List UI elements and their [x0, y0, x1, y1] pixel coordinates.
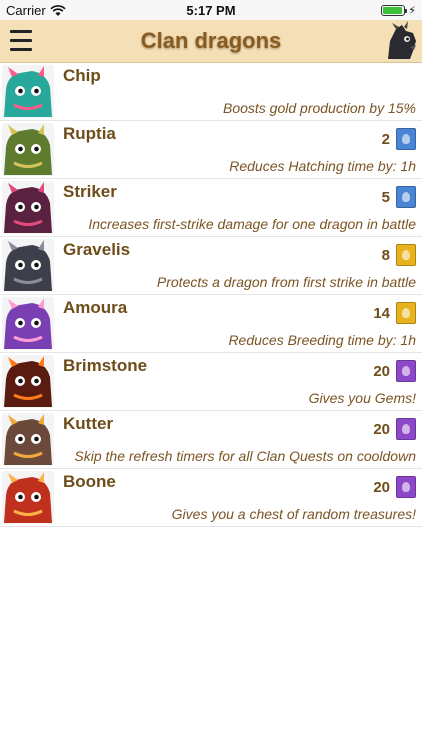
status-bar: Carrier 5:17 PM ⚡	[0, 0, 422, 20]
legendary-rarity-icon	[396, 418, 416, 440]
dragon-row[interactable]: Amoura 14 Reduces Breeding time by: 1h	[0, 295, 422, 353]
dragon-row[interactable]: Brimstone 20 Gives you Gems!	[0, 353, 422, 411]
level-indicator: 2	[382, 128, 416, 150]
dragon-description: Gives you a chest of random treasures!	[171, 506, 416, 522]
dragon-row[interactable]: Gravelis 8 Protects a dragon from first st…	[0, 237, 422, 295]
status-time: 5:17 PM	[186, 3, 236, 18]
dragon-level: 8	[381, 246, 390, 264]
dragon-level: 20	[373, 362, 390, 380]
nav-bar: Clan dragons	[0, 20, 422, 63]
rare-rarity-icon	[396, 186, 416, 208]
rare-rarity-icon	[396, 128, 416, 150]
level-indicator: 20	[373, 360, 416, 382]
level-indicator: 8	[382, 244, 416, 266]
level-indicator: 20	[373, 418, 416, 440]
dragon-row[interactable]: Chip Boosts gold production by 15%	[0, 63, 422, 121]
dragon-level: 20	[373, 420, 390, 438]
dragon-description: Reduces Breeding time by: 1h	[228, 332, 416, 348]
dragon-thumbnail	[2, 239, 54, 292]
page-title: Clan dragons	[140, 28, 282, 53]
dragon-level: 14	[373, 304, 390, 322]
dragon-list: Chip Boosts gold production by 15% Ruptia 2…	[0, 63, 422, 527]
dragon-name: Gravelis	[63, 240, 131, 259]
dragon-name: Ruptia	[63, 124, 116, 143]
dragon-avatar-icon[interactable]	[380, 21, 420, 61]
dragon-description: Gives you Gems!	[308, 390, 416, 406]
level-indicator: 14	[373, 302, 416, 324]
legendary-rarity-icon	[396, 360, 416, 382]
dragon-thumbnail	[2, 181, 54, 234]
dragon-thumbnail	[2, 413, 54, 466]
dragon-level: 20	[373, 478, 390, 496]
dragon-description: Boosts gold production by 15%	[222, 100, 416, 116]
dragon-name: Kutter	[63, 414, 114, 433]
epic-rarity-icon	[396, 302, 416, 324]
dragon-name: Striker	[63, 182, 117, 201]
dragon-description: Reduces Hatching time by: 1h	[229, 158, 416, 174]
dragon-name: Chip	[63, 66, 101, 85]
level-indicator: 5	[382, 186, 416, 208]
battery-icon	[381, 5, 408, 16]
dragon-thumbnail	[2, 471, 54, 524]
level-indicator: 20	[373, 476, 416, 498]
dragon-thumbnail	[2, 297, 54, 350]
status-right: ⚡	[381, 4, 416, 17]
dragon-thumbnail	[2, 65, 54, 118]
dragon-description: Increases first-strike damage for one dr…	[88, 216, 416, 232]
dragon-level: 5	[381, 188, 390, 206]
dragon-level: 2	[381, 130, 390, 148]
dragon-thumbnail	[2, 123, 54, 176]
dragon-description: Skip the refresh timers for all Clan Que…	[74, 448, 416, 464]
charging-bolt-icon: ⚡	[408, 5, 416, 17]
dragon-row[interactable]: Boone 20 Gives you a chest of random treas…	[0, 469, 422, 527]
epic-rarity-icon	[396, 244, 416, 266]
dragon-description: Protects a dragon from first strike in b…	[156, 274, 416, 290]
dragon-row[interactable]: Ruptia 2 Reduces Hatching time by: 1h	[0, 121, 422, 179]
dragon-row[interactable]: Striker 5 Increases first-strike damage fo…	[0, 179, 422, 237]
dragon-name: Amoura	[63, 298, 128, 317]
dragon-row[interactable]: Kutter 20 Skip the refresh timers for all …	[0, 411, 422, 469]
dragon-name: Brimstone	[63, 356, 148, 375]
dragon-name: Boone	[63, 472, 116, 491]
dragon-thumbnail	[2, 355, 54, 408]
legendary-rarity-icon	[396, 476, 416, 498]
